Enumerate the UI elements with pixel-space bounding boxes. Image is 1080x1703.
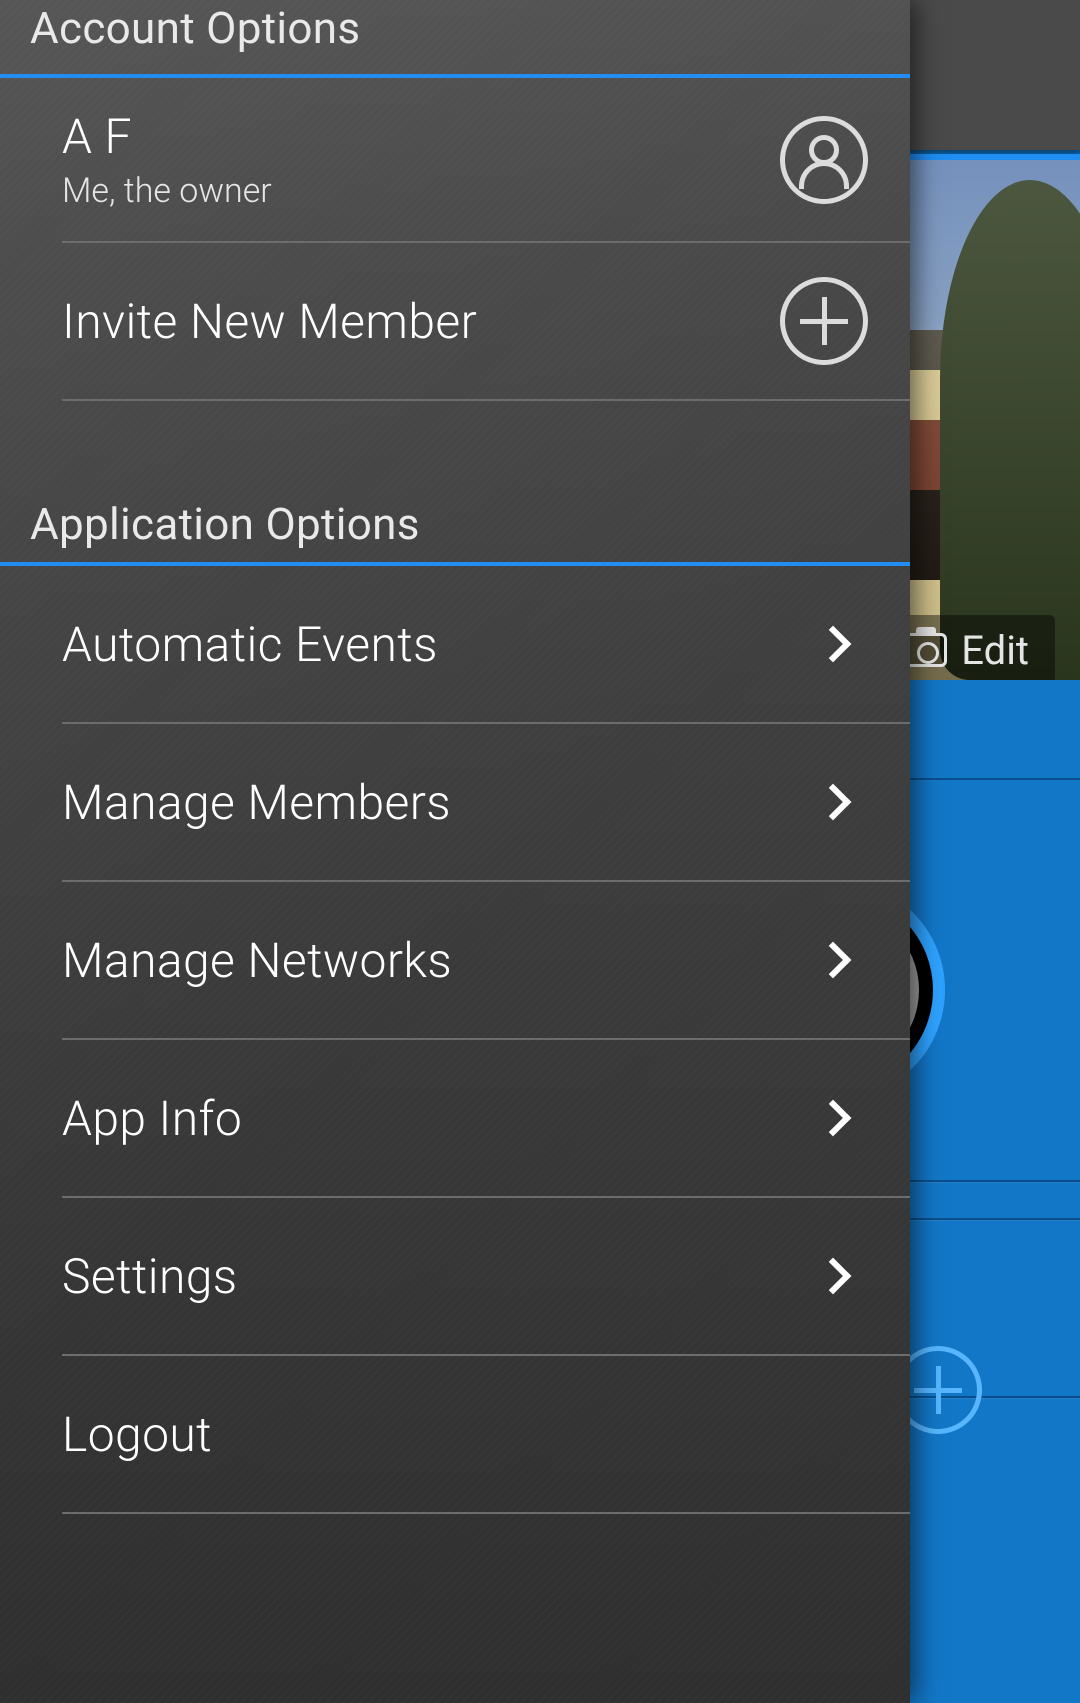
menu-item-automatic-events[interactable]: Automatic Events [62,566,910,724]
section-header-account: Account Options [0,0,910,78]
app-viewport: Edit 0m Acco [0,0,1080,1703]
account-items: A F Me, the owner Invite New Member [0,78,910,401]
menu-item-label: App Info [62,1090,242,1147]
plus-icon [780,277,868,365]
section-header-application: Application Options [0,481,910,566]
chevron-right-icon [820,789,868,815]
menu-item-label: Automatic Events [62,616,438,673]
chevron-right-icon [820,1105,868,1131]
chevron-right-icon [820,1263,868,1289]
side-drawer: Account Options A F Me, the owner Invite… [0,0,910,1703]
menu-item-label: Logout [62,1406,212,1463]
invite-member-label: Invite New Member [62,293,477,350]
menu-item-label: Manage Members [62,774,451,831]
section-header-application-label: Application Options [30,498,420,550]
invite-member-item[interactable]: Invite New Member [62,243,910,401]
menu-item-settings[interactable]: Settings [62,1198,910,1356]
menu-item-manage-members[interactable]: Manage Members [62,724,910,882]
menu-item-label: Manage Networks [62,932,452,989]
profile-name: A F [62,108,272,165]
menu-item-logout[interactable]: Logout [62,1356,910,1514]
menu-item-app-info[interactable]: App Info [62,1040,910,1198]
edit-photo-button[interactable]: Edit [885,615,1055,685]
profile-role: Me, the owner [62,171,272,211]
edit-photo-label: Edit [961,627,1029,674]
menu-item-manage-networks[interactable]: Manage Networks [62,882,910,1040]
menu-item-label: Settings [62,1248,238,1305]
application-items: Automatic Events Manage Members Manage N… [0,566,910,1514]
user-icon [780,116,868,204]
section-header-account-label: Account Options [30,2,360,54]
chevron-right-icon [820,947,868,973]
profile-item[interactable]: A F Me, the owner [62,78,910,243]
chevron-right-icon [820,631,868,657]
